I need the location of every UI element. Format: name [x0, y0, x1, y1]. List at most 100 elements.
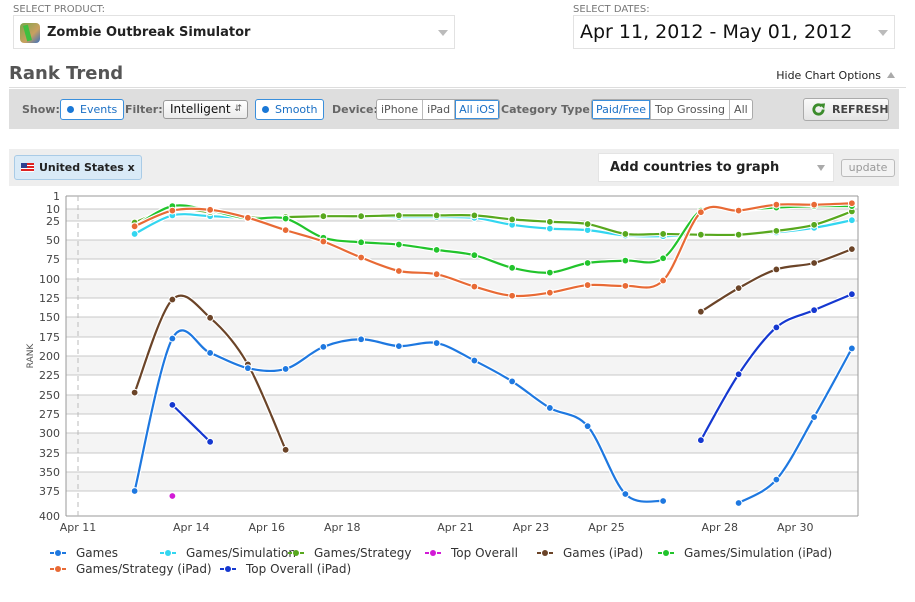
divider — [9, 87, 906, 88]
grid-band — [66, 472, 858, 491]
add-countries-placeholder: Add countries to graph — [610, 160, 780, 175]
data-point-top-overall-ipad — [847, 290, 856, 299]
data-point-games — [357, 335, 366, 344]
legend-item[interactable]: Games/Simulation (iPad) — [658, 546, 832, 560]
refresh-button[interactable]: REFRESH — [803, 98, 889, 121]
category-option-top-grossing[interactable]: Top Grossing — [651, 100, 731, 119]
filter-value: Intelligent — [170, 102, 231, 116]
legend-label: Games/Strategy — [314, 546, 412, 560]
events-label: Events — [80, 103, 118, 116]
update-button[interactable]: update — [841, 159, 895, 177]
hide-chart-options-link[interactable]: Hide Chart Options — [776, 69, 895, 82]
y-tick-label: 200 — [39, 350, 60, 363]
data-point-top-overall-ipad — [696, 436, 705, 445]
data-point-games-strategy — [772, 226, 781, 235]
data-point-games-simulation — [847, 216, 856, 225]
toggle-dot-icon — [67, 106, 74, 113]
data-point-games — [319, 342, 328, 351]
legend-item[interactable]: Games/Strategy — [288, 546, 411, 560]
data-point-games-ipad — [847, 245, 856, 254]
data-point-games-strategy — [696, 230, 705, 239]
data-point-games-ipad — [696, 307, 705, 316]
legend-swatch-icon — [160, 550, 176, 556]
legend-label: Games (iPad) — [563, 546, 644, 560]
y-tick-label: 1 — [53, 190, 60, 203]
data-point-games-strategy-ipad — [394, 267, 403, 275]
page-title: Rank Trend — [9, 63, 124, 84]
data-point-games-strategy-ipad — [621, 281, 630, 290]
category-type-label: Category Type: — [501, 103, 595, 116]
data-point-games-simulation-ipad — [508, 263, 517, 272]
chart-options-bar: Show: Events Filter: Intelligent ⇵ Smooth… — [9, 89, 899, 129]
data-point-games-simulation-ipad — [621, 256, 630, 265]
data-point-top-overall-ipad — [772, 323, 781, 332]
legend-item[interactable]: Top Overall — [425, 546, 518, 560]
data-point-games-strategy-ipad — [470, 282, 479, 291]
smooth-label: Smooth — [275, 103, 318, 116]
category-option-paid-free[interactable]: Paid/Free — [592, 100, 651, 119]
smooth-toggle[interactable]: Smooth — [255, 99, 325, 120]
legend-label: Games/Simulation (iPad) — [684, 546, 833, 560]
data-point-games-strategy-ipad — [206, 205, 215, 214]
category-type-segmented-control: Paid/Free Top Grossing All — [591, 99, 753, 120]
data-point-games-simulation-ipad — [545, 268, 554, 277]
data-point-games-strategy-ipad — [508, 291, 517, 300]
select-product-label: SELECT PRODUCT: — [13, 4, 106, 15]
data-point-games-strategy-ipad — [168, 206, 177, 215]
x-tick-label: Apr 25 — [588, 521, 625, 534]
select-dates-label: SELECT DATES: — [573, 4, 650, 15]
data-point-games-strategy — [545, 217, 554, 226]
y-tick-label: 300 — [39, 427, 60, 440]
data-point-games-strategy — [734, 230, 743, 239]
us-flag-icon — [21, 163, 34, 172]
legend-item[interactable]: Top Overall (iPad) — [220, 562, 351, 576]
data-point-games — [243, 364, 252, 373]
toggle-dot-icon — [262, 106, 269, 113]
country-chip-united-states[interactable]: United States x — [14, 155, 142, 180]
filter-select[interactable]: Intelligent ⇵ — [163, 100, 248, 119]
legend-swatch-icon — [658, 550, 674, 556]
y-tick-label: 100 — [39, 273, 60, 286]
data-point-games-simulation — [130, 230, 139, 238]
data-point-games-ipad — [130, 388, 139, 397]
grid-band — [66, 395, 858, 414]
y-tick-label: 75 — [46, 253, 60, 266]
legend-swatch-icon — [537, 550, 553, 556]
data-point-games-strategy-ipad — [810, 200, 819, 209]
legend-item[interactable]: Games (iPad) — [537, 546, 643, 560]
category-option-all[interactable]: All — [730, 100, 752, 119]
data-point-games — [734, 499, 743, 507]
legend-item[interactable]: Games — [50, 546, 118, 560]
add-countries-select[interactable]: Add countries to graph — [598, 153, 834, 182]
grid-band — [66, 433, 858, 453]
device-segmented-control: iPhone iPad All iOS — [376, 99, 500, 120]
product-select[interactable]: Zombie Outbreak Simulator — [13, 15, 455, 49]
data-point-top-overall-ipad — [206, 437, 215, 446]
data-point-games — [168, 334, 177, 343]
data-point-games-strategy — [432, 211, 441, 220]
data-point-games — [810, 413, 819, 421]
device-option-iphone[interactable]: iPhone — [377, 100, 424, 119]
data-point-games-strategy-ipad — [281, 226, 290, 235]
filter-label: Filter: — [125, 103, 163, 116]
legend-swatch-icon — [425, 550, 441, 556]
device-option-all-ios[interactable]: All iOS — [455, 100, 499, 119]
data-point-games-strategy-ipad — [734, 206, 743, 215]
data-point-games-strategy — [810, 220, 819, 229]
device-option-ipad[interactable]: iPad — [423, 100, 456, 119]
data-point-games-ipad — [734, 284, 743, 293]
data-point-games-simulation-ipad — [394, 240, 403, 249]
data-point-games-ipad — [772, 265, 781, 274]
data-point-games-strategy-ipad — [545, 288, 554, 297]
legend-item[interactable]: Games/Strategy (iPad) — [50, 562, 212, 576]
events-toggle[interactable]: Events — [60, 99, 125, 120]
legend-item[interactable]: Games/Simulation — [160, 546, 296, 560]
data-point-games — [130, 487, 139, 495]
data-point-games-simulation-ipad — [432, 245, 441, 254]
legend-label: Top Overall (iPad) — [246, 562, 352, 576]
y-tick-label: 25 — [46, 215, 60, 228]
y-tick-label: 350 — [39, 466, 60, 479]
data-point-games-strategy-ipad — [432, 270, 441, 279]
date-range-select[interactable]: Apr 11, 2012 - May 01, 2012 — [573, 15, 895, 49]
y-tick-label: 225 — [39, 369, 60, 382]
